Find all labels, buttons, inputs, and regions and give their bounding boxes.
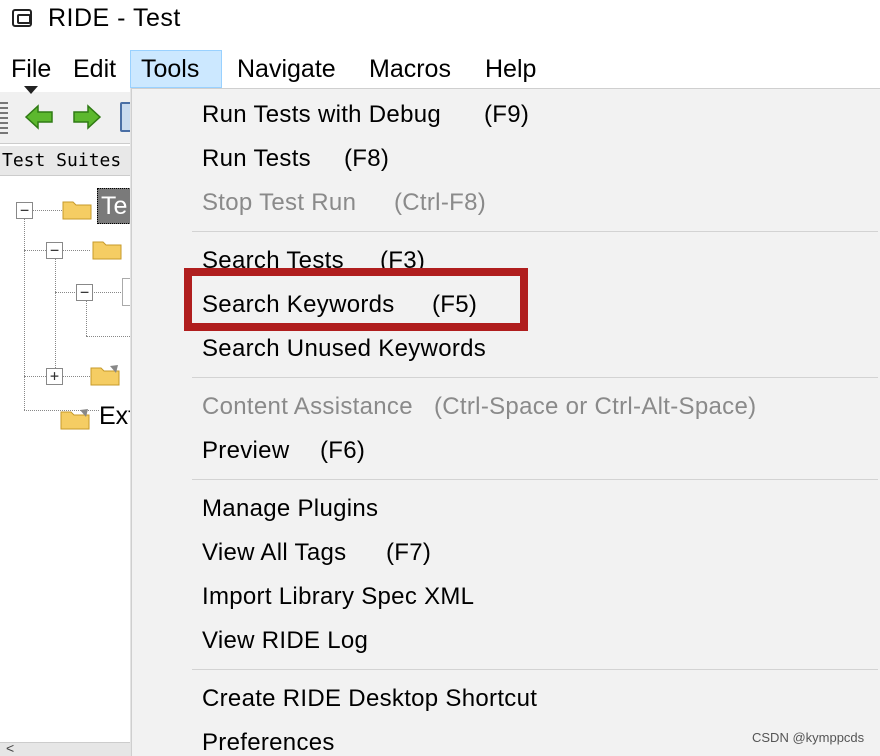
forward-arrow-icon[interactable]: [72, 104, 102, 130]
menu-item-view-ride-log[interactable]: View RIDE Log: [202, 627, 368, 655]
shortcut-label: (Ctrl-F8): [394, 189, 487, 216]
menu-item-preferences[interactable]: Preferences: [202, 729, 335, 756]
shortcut-label: (F8): [344, 145, 390, 172]
menu-file[interactable]: File: [0, 50, 62, 88]
scroll-left-arrow-icon[interactable]: <: [6, 740, 14, 756]
menu-bar: File Edit Tools Navigate Macros Help: [0, 46, 880, 90]
window-title: RIDE - Test: [48, 4, 181, 32]
horizontal-scrollbar[interactable]: <: [0, 740, 135, 756]
test-suite-tree[interactable]: − Te − − + Ext: [0, 176, 135, 744]
back-arrow-icon[interactable]: [24, 104, 54, 130]
test-suites-header: Test Suites: [0, 146, 135, 176]
resource-folder-icon: [90, 364, 120, 386]
menu-item-preview[interactable]: Preview (F6): [202, 437, 365, 465]
menu-item-view-all-tags[interactable]: View All Tags (F7): [202, 539, 431, 567]
menu-item-run-tests-with-debug[interactable]: Run Tests with Debug (F9): [202, 101, 529, 129]
external-resources-label[interactable]: Ext: [99, 402, 135, 431]
shortcut-label: (Ctrl-Space or Ctrl-Alt-Space): [434, 393, 757, 420]
collapse-toggle-icon[interactable]: −: [46, 242, 63, 259]
annotation-highlight-box: [184, 268, 528, 331]
folder-icon: [62, 198, 92, 220]
menu-item-create-ride-desktop-shortcut[interactable]: Create RIDE Desktop Shortcut: [202, 685, 537, 713]
shortcut-label: (F7): [386, 539, 432, 566]
toolbar-grip-handle[interactable]: [0, 102, 8, 134]
menu-item-manage-plugins[interactable]: Manage Plugins: [202, 495, 378, 523]
toolbar-dropdown-arrow-icon[interactable]: [24, 86, 38, 94]
menu-navigate[interactable]: Navigate: [226, 50, 347, 88]
menu-item-stop-test-run: Stop Test Run (Ctrl-F8): [202, 189, 487, 216]
shortcut-label: (F9): [484, 101, 530, 128]
menu-tools[interactable]: Tools: [130, 50, 222, 88]
menu-help[interactable]: Help: [474, 50, 547, 88]
watermark: CSDN @kymppcds: [752, 730, 865, 745]
toolbar: [0, 92, 136, 144]
menu-item-import-library-spec-xml[interactable]: Import Library Spec XML: [202, 583, 474, 611]
collapse-toggle-icon[interactable]: −: [16, 202, 33, 219]
title-bar: RIDE - Test: [0, 0, 880, 40]
menu-edit[interactable]: Edit: [62, 50, 127, 88]
folder-icon: [92, 238, 122, 260]
shortcut-label: (F6): [320, 437, 366, 464]
menu-separator: [192, 377, 878, 378]
selected-suite-node[interactable]: Te: [97, 188, 135, 224]
collapse-toggle-icon[interactable]: −: [76, 284, 93, 301]
tools-dropdown-menu: Run Tests with Debug (F9) Run Tests (F8)…: [131, 88, 880, 756]
menu-macros[interactable]: Macros: [358, 50, 462, 88]
expand-toggle-icon[interactable]: +: [46, 368, 63, 385]
ride-app-icon: [12, 9, 32, 27]
menu-item-content-assistance: Content Assistance (Ctrl-Space or Ctrl-A…: [202, 393, 757, 420]
menu-item-search-unused-keywords[interactable]: Search Unused Keywords: [202, 335, 486, 363]
menu-separator: [192, 479, 878, 480]
external-resources-icon: [60, 408, 90, 430]
menu-item-run-tests[interactable]: Run Tests (F8): [202, 145, 389, 173]
menu-separator: [192, 669, 878, 670]
menu-separator: [192, 231, 878, 232]
